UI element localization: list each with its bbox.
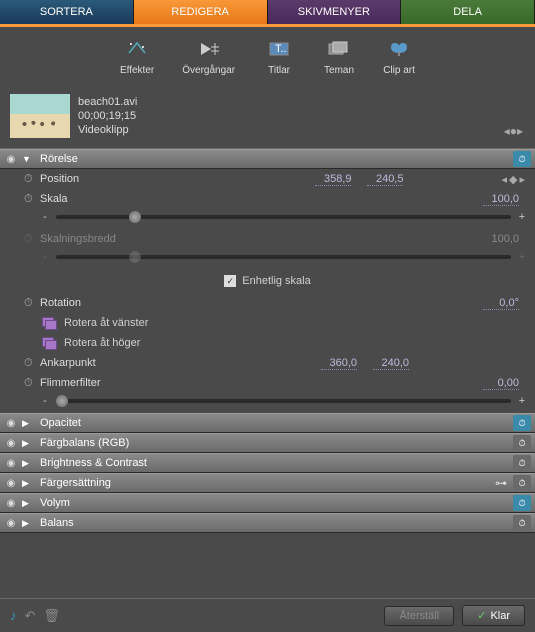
eye-icon[interactable]: ◉ [4, 152, 18, 166]
expand-arrow-icon[interactable]: ▶ [22, 418, 34, 429]
tool-titles[interactable]: T.. Titlar [263, 37, 295, 76]
eye-icon[interactable]: ◉ [4, 516, 18, 530]
flicker-slider[interactable] [56, 399, 511, 403]
scale-width-slider-row: - + [0, 249, 535, 269]
stopwatch-button[interactable]: ⏱ [513, 475, 531, 491]
section-rgb[interactable]: ◉ ▶ Färgbalans (RGB) ⏱ [0, 433, 535, 453]
eye-icon[interactable]: ◉ [4, 416, 18, 430]
titles-icon: T.. [263, 37, 295, 61]
section-colorize[interactable]: ◉ ▶ Färgersättning ⊶ ⏱ [0, 473, 535, 493]
stopwatch-icon[interactable]: ⏱ [24, 173, 40, 186]
label-flicker: Flimmerfilter [40, 377, 475, 389]
scale-width-value: 100,0 [483, 233, 519, 245]
stopwatch-icon[interactable]: ⏱ [24, 377, 40, 390]
tab-disc-menus[interactable]: SKIVMENYER [268, 0, 402, 24]
position-x[interactable]: 358,9 [315, 173, 351, 186]
reset-button[interactable]: Återställ [384, 606, 454, 626]
section-volume[interactable]: ◉ ▶ Volym ⏱ [0, 493, 535, 513]
check-icon: ✓ [477, 609, 486, 622]
eye-icon[interactable]: ◉ [4, 456, 18, 470]
stopwatch-button[interactable]: ⏱ [513, 435, 531, 451]
eye-icon[interactable]: ◉ [4, 476, 18, 490]
rotate-right-icon [40, 335, 58, 351]
label-uniform-scale: Enhetlig skala [242, 275, 311, 287]
scale-width-slider [56, 255, 511, 259]
properties-panel: ◉ ▼ Rörelse ⏱ ⏱ Position 358,9 240,5 ◂◆▸… [0, 148, 535, 598]
section-brightness-contrast[interactable]: ◉ ▶ Brightness & Contrast ⏱ [0, 453, 535, 473]
effects-icon [121, 37, 153, 61]
label-anchor: Ankarpunkt [40, 357, 313, 369]
anchor-y[interactable]: 240,0 [373, 357, 409, 370]
expand-arrow-icon[interactable]: ▶ [22, 518, 34, 529]
expand-arrow-icon[interactable]: ▶ [22, 478, 34, 489]
clip-info: beach01.avi 00;00;19;15 Videoklipp ◂●▸ [0, 84, 535, 148]
flicker-slider-row: - + [0, 393, 535, 413]
rotate-right-button[interactable]: Rotera åt höger [0, 333, 535, 353]
stopwatch-icon[interactable]: ⏱ [24, 297, 40, 310]
rotation-value[interactable]: 0,0 [483, 297, 519, 310]
clip-thumbnail[interactable] [10, 94, 70, 138]
themes-icon [323, 37, 355, 61]
section-opacity[interactable]: ◉ ▶ Opacitet ⏱ [0, 413, 535, 433]
uniform-scale-checkbox[interactable]: ✓ [224, 275, 236, 287]
position-y[interactable]: 240,5 [367, 173, 403, 186]
undo-icon[interactable]: ↶ [25, 608, 36, 624]
stopwatch-button[interactable]: ⏱ [513, 151, 531, 167]
section-balance[interactable]: ◉ ▶ Balans ⏱ [0, 513, 535, 533]
section-motion[interactable]: ◉ ▼ Rörelse ⏱ [0, 149, 535, 169]
clip-type: Videoklipp [78, 123, 137, 137]
stopwatch-button[interactable]: ⏱ [513, 455, 531, 471]
stopwatch-icon: ⏱ [24, 233, 40, 246]
settings-icon[interactable]: ⊶ [495, 476, 509, 490]
transitions-icon [193, 37, 225, 61]
expand-arrow-icon[interactable]: ▶ [22, 498, 34, 509]
scale-slider[interactable] [56, 215, 511, 219]
tool-effects[interactable]: Effekter [120, 37, 154, 76]
toolbar: Effekter Övergångar T.. Titlar Teman Cli… [0, 27, 535, 84]
tool-clipart[interactable]: Clip art [383, 37, 415, 76]
clip-filename: beach01.avi [78, 95, 137, 109]
stopwatch-icon[interactable]: ⏱ [24, 357, 40, 370]
label-rotation: Rotation [40, 297, 475, 309]
trash-icon[interactable]: 🗑 [43, 608, 60, 624]
clip-timecode: 00;00;19;15 [78, 109, 137, 123]
share-icon[interactable]: ♪ [10, 608, 17, 623]
eye-icon[interactable]: ◉ [4, 436, 18, 450]
anchor-x[interactable]: 360,0 [321, 357, 357, 370]
rotate-left-button[interactable]: Rotera åt vänster [0, 313, 535, 333]
eye-icon[interactable]: ◉ [4, 496, 18, 510]
label-scale-width: Skalningsbredd [40, 233, 475, 245]
stopwatch-button[interactable]: ⏱ [513, 515, 531, 531]
tool-themes[interactable]: Teman [323, 37, 355, 76]
stopwatch-icon[interactable]: ⏱ [24, 193, 40, 206]
footer: ♪ ↶ 🗑 Återställ ✓Klar [0, 598, 535, 632]
expand-arrow-icon[interactable]: ▶ [22, 458, 34, 469]
scale-slider-row: - + [0, 209, 535, 229]
label-position: Position [40, 173, 307, 185]
tab-edit[interactable]: REDIGERA [134, 0, 268, 24]
clipart-icon [383, 37, 415, 61]
collapse-arrow-icon[interactable]: ▼ [22, 154, 34, 164]
keyframe-nav[interactable]: ◂◆▸ [501, 173, 527, 186]
done-button[interactable]: ✓Klar [462, 605, 525, 626]
audio-waveform-icon[interactable]: ◂●▸ [504, 124, 523, 138]
scale-value[interactable]: 100,0 [483, 193, 519, 206]
stopwatch-button[interactable]: ⏱ [513, 495, 531, 511]
expand-arrow-icon[interactable]: ▶ [22, 438, 34, 449]
flicker-value[interactable]: 0,00 [483, 377, 519, 390]
label-scale: Skala [40, 193, 475, 205]
tab-sort[interactable]: SORTERA [0, 0, 134, 24]
tool-transitions[interactable]: Övergångar [182, 37, 235, 76]
tab-share[interactable]: DELA [401, 0, 535, 24]
svg-text:T..: T.. [275, 43, 287, 55]
stopwatch-button[interactable]: ⏱ [513, 415, 531, 431]
rotate-left-icon [40, 315, 58, 331]
